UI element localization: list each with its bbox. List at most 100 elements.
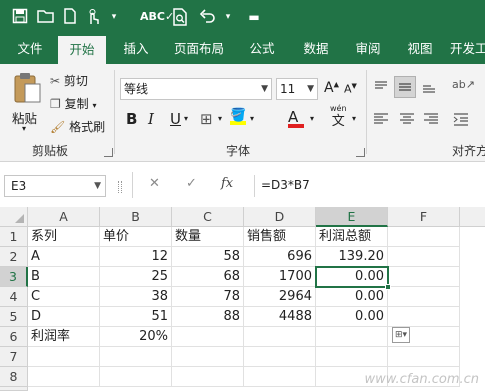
row-header-9[interactable]	[0, 387, 28, 391]
tab-formulas[interactable]: 公式	[240, 34, 284, 64]
cell-a3[interactable]: B	[28, 267, 100, 287]
phonetic-button[interactable]: wén 文	[330, 104, 347, 129]
cell-d4[interactable]: 2964	[244, 287, 316, 307]
tab-home[interactable]: 开始	[58, 36, 106, 64]
italic-button[interactable]: I	[148, 110, 154, 128]
bold-button[interactable]: B	[126, 110, 137, 128]
align-right-button[interactable]	[422, 110, 440, 128]
name-box[interactable]: E3 ▼	[4, 175, 106, 197]
cell-c5[interactable]: 88	[172, 307, 244, 327]
clipboard-launcher-icon[interactable]	[104, 148, 113, 157]
align-bottom-button[interactable]	[420, 78, 438, 96]
cell-c3[interactable]: 68	[172, 267, 244, 287]
cell-a6[interactable]: 利润率	[28, 327, 100, 347]
cell-d1[interactable]: 销售额	[244, 227, 316, 247]
cell-f2[interactable]	[388, 247, 460, 267]
grow-font-icon[interactable]: A▲	[324, 80, 339, 96]
cell-b2[interactable]: 12	[100, 247, 172, 267]
cell-e7[interactable]	[316, 347, 388, 367]
cell-d5[interactable]: 4488	[244, 307, 316, 327]
cell-c4[interactable]: 78	[172, 287, 244, 307]
indent-button[interactable]	[452, 110, 470, 128]
chevron-down-icon[interactable]: ▾	[104, 8, 124, 26]
select-all-corner[interactable]	[0, 207, 28, 227]
font-color-button[interactable]: A	[288, 108, 304, 128]
cell-b6[interactable]: 20%	[100, 327, 172, 347]
cell-a8[interactable]	[28, 367, 100, 387]
cell-c7[interactable]	[172, 347, 244, 367]
tab-data[interactable]: 数据	[294, 34, 338, 64]
cut-button[interactable]: ✂ 剪切	[50, 72, 88, 89]
chevron-down-icon[interactable]: ▾	[184, 114, 188, 123]
customize-toolbar-icon[interactable]: ▬	[244, 8, 264, 26]
save-icon[interactable]	[10, 8, 30, 26]
cell-b5[interactable]: 51	[100, 307, 172, 327]
cell-b4[interactable]: 38	[100, 287, 172, 307]
cell-d6[interactable]	[244, 327, 316, 347]
undo-icon[interactable]	[198, 8, 218, 26]
cell-e4[interactable]: 0.00	[316, 287, 388, 307]
paste-options-icon[interactable]: ⊞▾	[392, 327, 410, 343]
row-header-6[interactable]: 6	[0, 327, 28, 347]
align-left-button[interactable]	[372, 110, 390, 128]
insert-function-icon[interactable]: fx	[221, 176, 233, 191]
cell-c8[interactable]	[172, 367, 244, 387]
tab-view[interactable]: 视图	[398, 34, 442, 64]
tab-file[interactable]: 文件	[10, 34, 50, 64]
tab-insert[interactable]: 插入	[114, 34, 158, 64]
print-preview-icon[interactable]	[170, 8, 190, 26]
cell-c6[interactable]	[172, 327, 244, 347]
chevron-down-icon[interactable]: ▾	[352, 114, 356, 123]
folder-icon[interactable]	[36, 8, 56, 26]
chevron-down-icon[interactable]: ▾	[310, 114, 314, 123]
border-icon[interactable]: ⊞	[200, 110, 213, 128]
align-middle-button[interactable]	[394, 76, 416, 98]
column-header-g[interactable]	[460, 207, 485, 227]
fill-color-button[interactable]: 🪣	[230, 108, 246, 125]
column-header-f[interactable]: F	[388, 207, 460, 227]
shrink-font-icon[interactable]: A▼	[344, 82, 357, 96]
column-header-b[interactable]: B	[100, 207, 172, 227]
formula-bar-splitter-icon[interactable]	[118, 181, 122, 193]
column-header-c[interactable]: C	[172, 207, 244, 227]
cell-e1[interactable]: 利润总额	[316, 227, 388, 247]
cell-e6[interactable]	[316, 327, 388, 347]
font-size-select[interactable]: 11 ▼	[276, 78, 318, 100]
touch-mode-icon[interactable]	[84, 8, 104, 26]
tab-review[interactable]: 审阅	[346, 34, 390, 64]
cell-d8[interactable]	[244, 367, 316, 387]
enter-icon[interactable]: ✓	[186, 176, 197, 191]
row-header-5[interactable]: 5	[0, 307, 28, 327]
cell-f4[interactable]	[388, 287, 460, 307]
cell-b3[interactable]: 25	[100, 267, 172, 287]
cell-e2[interactable]: 139.20	[316, 247, 388, 267]
cell-b8[interactable]	[100, 367, 172, 387]
fill-handle[interactable]	[385, 284, 391, 290]
copy-button[interactable]: ❐ 复制 ▾	[50, 95, 96, 112]
underline-button[interactable]: U	[170, 110, 181, 128]
cell-c2[interactable]: 58	[172, 247, 244, 267]
cell-a1[interactable]: 系列	[28, 227, 100, 247]
cell-f5[interactable]	[388, 307, 460, 327]
row-header-8[interactable]: 8	[0, 367, 28, 387]
cell-f3[interactable]	[388, 267, 460, 287]
chevron-down-icon[interactable]: ▾	[250, 114, 254, 123]
align-top-button[interactable]	[372, 78, 390, 96]
cell-a7[interactable]	[28, 347, 100, 367]
tab-page-layout[interactable]: 页面布局	[168, 34, 230, 64]
cell-a2[interactable]: A	[28, 247, 100, 267]
format-painter-button[interactable]: 🖌 格式刷	[50, 118, 105, 135]
column-header-e[interactable]: E	[316, 207, 388, 227]
orientation-button[interactable]: ab↗	[452, 78, 475, 96]
paste-button[interactable]: 粘贴 ▾	[8, 72, 46, 133]
cancel-icon[interactable]: ✕	[149, 176, 160, 191]
cell-f7[interactable]	[388, 347, 460, 367]
row-header-7[interactable]: 7	[0, 347, 28, 367]
new-file-icon[interactable]	[60, 8, 80, 26]
cell-b7[interactable]	[100, 347, 172, 367]
row-header-2[interactable]: 2	[0, 247, 28, 267]
font-name-select[interactable]: 等线 ▼	[120, 78, 272, 100]
chevron-down-icon[interactable]: ▾	[218, 114, 222, 123]
tab-developer[interactable]: 开发工	[450, 34, 485, 64]
row-header-1[interactable]: 1	[0, 227, 28, 247]
